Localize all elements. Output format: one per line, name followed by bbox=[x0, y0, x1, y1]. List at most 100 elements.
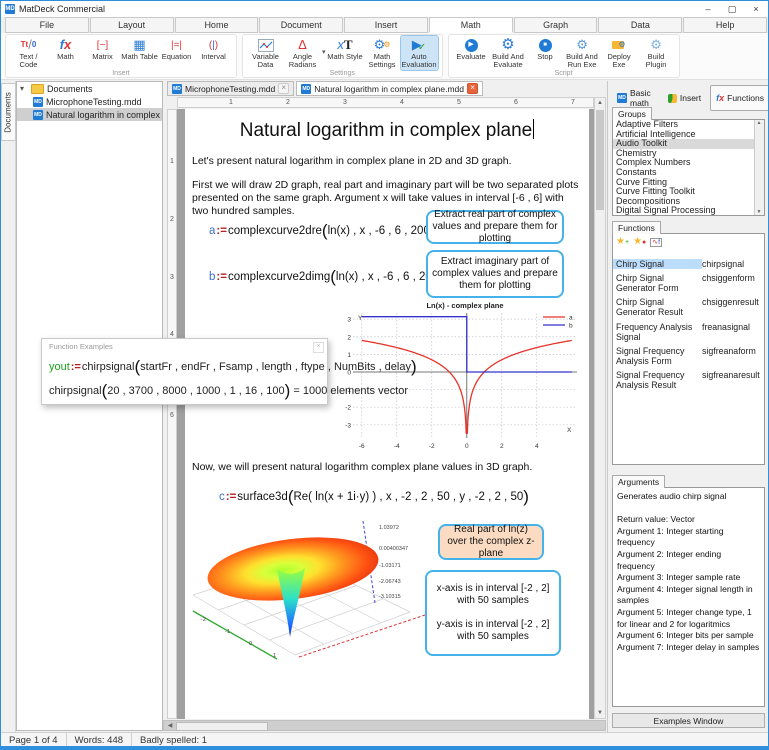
group-item[interactable]: Curve Fitting bbox=[613, 178, 764, 188]
groups-tab[interactable]: Groups bbox=[612, 107, 652, 120]
function-examples-popup[interactable]: Function Examples × yout:=chirpsignal(st… bbox=[41, 338, 328, 405]
function-row[interactable]: Chirp Signal Generator Form chsiggenform bbox=[613, 273, 764, 293]
menu-tab-data[interactable]: Data bbox=[598, 17, 682, 33]
tree-item-natural-logarithm[interactable]: MD Natural logarithm in complex pla... bbox=[17, 108, 162, 121]
groups-scrollbar[interactable]: ▲ ▼ bbox=[754, 120, 764, 215]
evaluate-play-icon: ▶ bbox=[465, 37, 478, 53]
callout-lnz: Real part of ln(z) over the complex z-pl… bbox=[438, 524, 544, 560]
tab-insert[interactable]: Insert bbox=[662, 85, 707, 111]
close-button[interactable]: × bbox=[744, 1, 768, 17]
group-item[interactable]: Constants bbox=[613, 168, 764, 178]
math-button[interactable]: fx Math bbox=[47, 36, 84, 61]
math-settings-button[interactable]: ⚙⚙ Math Settings bbox=[364, 36, 401, 70]
tab-close-icon[interactable]: × bbox=[278, 83, 289, 94]
scroll-down-icon[interactable]: ▼ bbox=[755, 209, 763, 215]
doc-tab-microphonetesting[interactable]: MD MicrophoneTesting.mdd × bbox=[167, 81, 294, 96]
documents-vertical-tab[interactable]: Documents bbox=[1, 83, 16, 141]
matrix-button[interactable]: [−] Matrix bbox=[84, 36, 121, 61]
vertical-scroll-thumb[interactable] bbox=[596, 110, 604, 210]
vertical-scrollbar[interactable]: ▲ ▼ bbox=[594, 97, 606, 719]
examples-window-button[interactable]: Examples Window bbox=[612, 713, 765, 728]
svg-text:-4: -4 bbox=[394, 443, 400, 450]
function-row[interactable]: Chirp Signal Generator Result chsiggenre… bbox=[613, 297, 764, 317]
functions-list[interactable]: ★+ ★● ∿f Chirp Signal chirpsignal Chirp … bbox=[612, 233, 765, 465]
menu-tab-file[interactable]: File bbox=[5, 17, 89, 33]
math-table-button[interactable]: ▦ Math Table bbox=[121, 36, 158, 61]
auto-evaluation-button[interactable]: ▶✓ Auto Evaluation bbox=[401, 36, 438, 70]
group-item[interactable]: Decompositions bbox=[613, 197, 764, 207]
function-row[interactable]: Frequency Analysis Signal freanasignal bbox=[613, 322, 764, 342]
documents-tree-panel: ▾ Documents MD MicrophoneTesting.mdd MD … bbox=[16, 81, 163, 731]
build-and-evaluate-button[interactable]: ⚙ Build And Evaluate bbox=[490, 36, 527, 70]
group-item[interactable]: Adaptive Filters bbox=[613, 120, 764, 130]
ribbon-group-script: ▶ Evaluate ⚙ Build And Evaluate ■ Stop ⚙… bbox=[448, 34, 680, 78]
formula-c[interactable]: c:=surface3d(Re( ln(x + 1i·y) ) , x , -2… bbox=[219, 487, 529, 507]
tab-functions[interactable]: fx Functions bbox=[710, 85, 769, 111]
chirpsignal-example: chirpsignal(20 , 3700 , 8000 , 1000 , 1 … bbox=[49, 381, 408, 401]
group-item[interactable]: Digital Signal Processing bbox=[613, 206, 764, 216]
ribbon-group-insert-label: Insert bbox=[6, 70, 236, 77]
interval-button[interactable]: (|) Interval bbox=[195, 36, 232, 61]
menu-tab-graph[interactable]: Graph bbox=[514, 17, 598, 33]
tree-expander-icon[interactable]: ▾ bbox=[20, 84, 28, 93]
variable-data-icon bbox=[258, 37, 274, 53]
plot-3d-surface[interactable]: 1.03972 0.00400347 -1.03171 -2.06743 -3.… bbox=[185, 517, 430, 669]
minimize-button[interactable]: – bbox=[696, 1, 720, 17]
add-favorite-icon[interactable]: ★+ bbox=[616, 236, 629, 247]
math-style-button[interactable]: xT Math Style bbox=[327, 36, 364, 61]
menu-tab-layout[interactable]: Layout bbox=[90, 17, 174, 33]
angle-radians-button[interactable]: ∆ Angle Radians bbox=[284, 36, 321, 70]
popup-close-icon[interactable]: × bbox=[313, 342, 324, 353]
group-item[interactable]: Curve Fitting Toolkit bbox=[613, 187, 764, 197]
horizontal-scrollbar[interactable]: ◀ bbox=[163, 720, 606, 731]
vertical-ruler: 1 2 3 4 5 6 bbox=[167, 109, 177, 719]
scroll-left-icon[interactable]: ◀ bbox=[165, 722, 175, 730]
variable-data-button[interactable]: Variable Data bbox=[247, 36, 284, 70]
svg-text:-2: -2 bbox=[429, 443, 435, 450]
tab-close-icon[interactable]: × bbox=[467, 83, 478, 94]
formula-a[interactable]: a:=complexcurve2dre(ln(x) , x , -6 , 6 ,… bbox=[209, 221, 436, 241]
functions-tab[interactable]: Functions bbox=[612, 221, 661, 234]
document-page[interactable]: Natural logarithm in complex plane Let's… bbox=[185, 109, 589, 719]
maximize-button[interactable]: ▢ bbox=[720, 1, 744, 17]
doc-tab-natural-logarithm[interactable]: MD Natural logarithm in complex plane.md… bbox=[296, 81, 483, 96]
callout-extract-imag: Extract imaginary part of complex values… bbox=[426, 250, 564, 298]
function-row[interactable]: Chirp Signal chirpsignal bbox=[613, 259, 764, 269]
svg-text:2: 2 bbox=[347, 334, 351, 341]
text-cursor bbox=[533, 119, 534, 139]
horizontal-scroll-thumb[interactable] bbox=[176, 722, 268, 731]
deploy-exe-button[interactable]: ⚙ Deploy Exe bbox=[601, 36, 638, 70]
build-plugin-button[interactable]: ⚙ Build Plugin bbox=[638, 36, 675, 70]
z-tick-label: -1.03171 bbox=[379, 563, 401, 569]
group-item[interactable]: Artificial Intelligence bbox=[613, 130, 764, 140]
function-row[interactable]: Signal Frequency Analysis Result sigfrea… bbox=[613, 370, 764, 390]
stop-button[interactable]: ■ Stop bbox=[527, 36, 564, 61]
menu-tab-math[interactable]: Math bbox=[429, 17, 513, 33]
function-plot-icon[interactable]: ∿f bbox=[650, 236, 662, 247]
build-and-run-exe-button[interactable]: ⚙ Build And Run Exe bbox=[564, 36, 601, 70]
menu-tab-home[interactable]: Home bbox=[175, 17, 259, 33]
menu-tab-document[interactable]: Document bbox=[259, 17, 343, 33]
menu-tab-insert[interactable]: Insert bbox=[344, 17, 428, 33]
scroll-up-icon[interactable]: ▲ bbox=[595, 98, 605, 108]
evaluate-button[interactable]: ▶ Evaluate bbox=[453, 36, 490, 61]
angle-dropdown-icon[interactable]: ▾ bbox=[322, 48, 326, 56]
equation-button[interactable]: |=| Equation bbox=[158, 36, 195, 61]
scroll-down-icon[interactable]: ▼ bbox=[595, 708, 605, 718]
y-axis-line bbox=[299, 615, 425, 657]
groups-list[interactable]: Adaptive Filters Artificial Intelligence… bbox=[612, 119, 765, 216]
group-item-selected[interactable]: Audio Toolkit bbox=[613, 139, 764, 149]
group-item[interactable]: Complex Numbers bbox=[613, 158, 764, 168]
tree-item-microphonetesting[interactable]: MD MicrophoneTesting.mdd bbox=[17, 95, 162, 108]
tree-root-documents[interactable]: ▾ Documents bbox=[17, 82, 162, 95]
mdd-file-icon: MD bbox=[33, 97, 43, 107]
arguments-tab[interactable]: Arguments bbox=[612, 475, 665, 488]
text-code-button[interactable]: Tt/0 Text / Code bbox=[10, 36, 47, 70]
remove-favorite-icon[interactable]: ★● bbox=[633, 236, 646, 247]
function-row[interactable]: Signal Frequency Analysis Form sigfreana… bbox=[613, 346, 764, 366]
scroll-up-icon[interactable]: ▲ bbox=[755, 120, 763, 126]
group-item[interactable]: Chemistry bbox=[613, 149, 764, 159]
formula-b[interactable]: b:=complexcurve2dimg(ln(x) , x , -6 , 6 … bbox=[209, 267, 444, 287]
menu-tab-help[interactable]: Help bbox=[683, 17, 767, 33]
status-spelling: Badly spelled: 1 bbox=[132, 733, 215, 747]
